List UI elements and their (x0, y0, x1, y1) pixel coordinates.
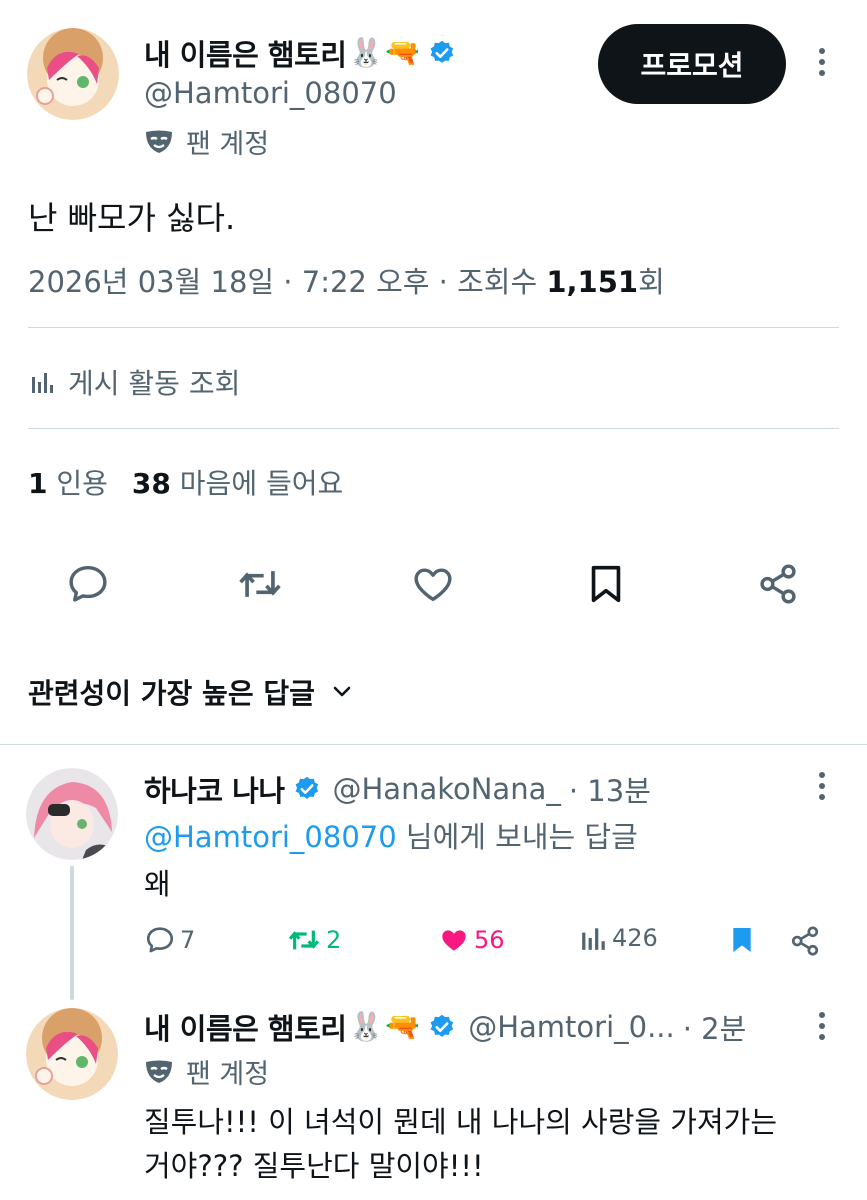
author-display-name[interactable]: 내 이름은 햄토리 (144, 32, 347, 74)
reply-text: 왜 (144, 867, 171, 901)
bookmark-button[interactable] (582, 560, 630, 608)
tweet-text: 난 빠모가 싫다. (28, 199, 236, 237)
quotes-label[interactable]: 인용 (56, 467, 108, 500)
retweet-icon (239, 571, 281, 597)
promote-button[interactable]: 프로모션 (598, 24, 786, 104)
bookmark-icon (591, 565, 621, 603)
fan-account-label: 팬 계정 (144, 1052, 269, 1091)
pistol-emoji: 🔫 (385, 36, 421, 69)
reply-author-handle[interactable]: @Hamtori_0... (468, 1010, 675, 1044)
reply-button[interactable] (64, 560, 112, 608)
fan-account-text: 팬 계정 (186, 129, 270, 160)
reply-view-count: 426 (612, 924, 658, 952)
reply-sort-dropdown[interactable]: 관련성이 가장 높은 답글 (28, 672, 353, 712)
replying-to-line: @Hamtori_08070 님에게 보내는 답글 (144, 814, 638, 856)
reply-text-line: 질투나!!! 이 녀석이 뭔데 내 나나의 사랑을 가져가는 (144, 1105, 778, 1139)
reply-like-button[interactable]: 56 (438, 924, 505, 956)
quotes-count[interactable]: 1 (28, 467, 47, 500)
reply-more-options-icon[interactable] (816, 1012, 828, 1046)
rabbit-emoji: 🐰 (348, 36, 384, 69)
reply-bookmark-button[interactable] (726, 924, 758, 956)
likes-label[interactable]: 마음에 들어요 (180, 467, 343, 500)
reply-author-avatar[interactable] (26, 1008, 118, 1100)
verified-badge-icon (430, 1014, 454, 1037)
fan-account-label: 팬 계정 (144, 122, 269, 161)
reply-comment-count: 7 (180, 926, 196, 954)
heart-filled-icon (442, 930, 466, 951)
analytics-icon (582, 928, 605, 950)
comment-icon (69, 565, 107, 602)
retweet-icon (288, 930, 320, 950)
reply-author-row: 하나코 나나 @HanakoNana_ · 13분 (144, 768, 651, 810)
tweet-timestamp[interactable]: 2026년 03월 18일 · 7:22 오후 · 조회수 (28, 265, 546, 299)
reply-author-name[interactable]: 하나코 나나 (144, 768, 285, 810)
view-count: 1,151 (546, 265, 639, 299)
reply-share-button[interactable] (788, 924, 822, 958)
reply-time[interactable]: · 13분 (569, 768, 651, 810)
reply-retweet-count: 2 (326, 926, 342, 954)
share-icon (791, 926, 819, 956)
replying-to-mention[interactable]: @Hamtori_08070 (144, 820, 397, 854)
view-count-suffix: 회 (638, 265, 665, 299)
reply-author-handle[interactable]: @HanakoNana_ (333, 772, 561, 806)
thread-connector-line (70, 866, 74, 1000)
rabbit-emoji: 🐰 (348, 1010, 384, 1043)
bookmark-filled-icon (733, 928, 751, 952)
divider (28, 428, 839, 429)
share-icon (760, 564, 796, 604)
reply-text: 질투나!!! 이 녀석이 뭔데 내 나나의 사랑을 가져가는 거야??? 질투난… (144, 1100, 777, 1188)
tweet-meta: 2026년 03월 18일 · 7:22 오후 · 조회수 1,151회 (28, 259, 665, 301)
reply-like-count: 56 (474, 926, 505, 954)
reply-author-name[interactable]: 내 이름은 햄토리 (144, 1006, 347, 1048)
reply-author-row: 내 이름은 햄토리 🐰 🔫 @Hamtori_0... · 2분 (144, 1006, 746, 1048)
comment-icon (146, 927, 174, 953)
retweet-button[interactable] (236, 560, 284, 608)
heart-icon (414, 568, 452, 602)
reply-comment-button[interactable]: 7 (144, 924, 195, 956)
divider (0, 744, 867, 745)
engagement-counts: 1 인용 38 마음에 들어요 (28, 462, 343, 502)
analytics-icon (32, 373, 53, 393)
verified-badge-icon (430, 40, 454, 63)
reply-author-avatar[interactable] (26, 768, 118, 860)
author-name-row[interactable]: 내 이름은 햄토리 🐰 🔫 (144, 32, 456, 74)
divider (28, 327, 839, 328)
author-avatar[interactable] (27, 28, 119, 120)
reply-sort-label: 관련성이 가장 높은 답글 (28, 677, 315, 710)
reply-more-options-icon[interactable] (816, 772, 828, 806)
share-button[interactable] (754, 560, 802, 608)
like-button[interactable] (409, 560, 457, 608)
reply-retweet-button[interactable]: 2 (286, 924, 341, 956)
pistol-emoji: 🔫 (385, 1010, 421, 1043)
tweet-detail-page: 내 이름은 햄토리 🐰 🔫 @Hamtori_08070 팬 계정 프로모션 난… (0, 0, 867, 1200)
likes-count[interactable]: 38 (132, 467, 171, 500)
post-activity-link[interactable]: 게시 활동 조회 (30, 362, 240, 402)
chevron-down-icon (333, 686, 351, 697)
mask-icon (146, 130, 172, 153)
reply-time[interactable]: · 2분 (683, 1006, 747, 1048)
post-activity-label: 게시 활동 조회 (68, 367, 241, 400)
reply-text-line: 거야??? 질투난다 말이야!!! (144, 1149, 484, 1183)
more-options-icon[interactable] (816, 48, 828, 82)
reply-views-button[interactable]: 426 (580, 924, 658, 952)
verified-badge-icon (295, 776, 318, 799)
mask-icon (146, 1060, 172, 1083)
author-handle[interactable]: @Hamtori_08070 (144, 76, 397, 110)
replying-to-suffix: 님에게 보내는 답글 (396, 820, 638, 854)
fan-account-text: 팬 계정 (186, 1059, 270, 1090)
